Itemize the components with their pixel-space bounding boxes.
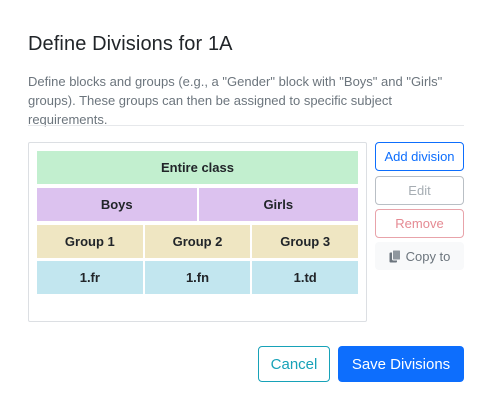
- dialog-title: Define Divisions for 1A: [28, 33, 233, 55]
- division-cell-group-3[interactable]: Group 3: [252, 225, 359, 258]
- copy-to-button[interactable]: Copy to: [375, 242, 464, 270]
- cancel-button[interactable]: Cancel: [258, 346, 330, 382]
- division-row-subjects: 1.fr 1.fn 1.td: [37, 261, 359, 294]
- division-cell-group-2[interactable]: Group 2: [144, 225, 253, 258]
- remove-division-button[interactable]: Remove: [375, 209, 464, 238]
- division-row-groups: Group 1 Group 2 Group 3: [37, 225, 359, 258]
- division-cell-girls[interactable]: Girls: [198, 188, 358, 221]
- division-row-entire: Entire class: [37, 151, 358, 184]
- copy-icon: [389, 249, 401, 263]
- division-row-gender: Boys Girls: [37, 188, 358, 221]
- division-cell-boys[interactable]: Boys: [37, 188, 199, 221]
- division-cell-1fr[interactable]: 1.fr: [37, 261, 145, 294]
- add-division-button[interactable]: Add division: [375, 142, 464, 171]
- define-divisions-dialog: Define Divisions for 1A Define blocks an…: [0, 0, 491, 408]
- dialog-description: Define blocks and groups (e.g., a "Gende…: [28, 74, 443, 127]
- division-cell-1fn[interactable]: 1.fn: [144, 261, 253, 294]
- save-divisions-button[interactable]: Save Divisions: [338, 346, 464, 382]
- division-cell-1td[interactable]: 1.td: [252, 261, 359, 294]
- division-cell-group-1[interactable]: Group 1: [37, 225, 145, 258]
- division-cell-entire-class[interactable]: Entire class: [37, 151, 358, 184]
- divider: [28, 125, 464, 126]
- copy-to-label: Copy to: [405, 248, 451, 264]
- divisions-panel: Entire class Boys Girls Group 1 Group 2 …: [28, 142, 367, 322]
- edit-division-button[interactable]: Edit: [375, 176, 464, 205]
